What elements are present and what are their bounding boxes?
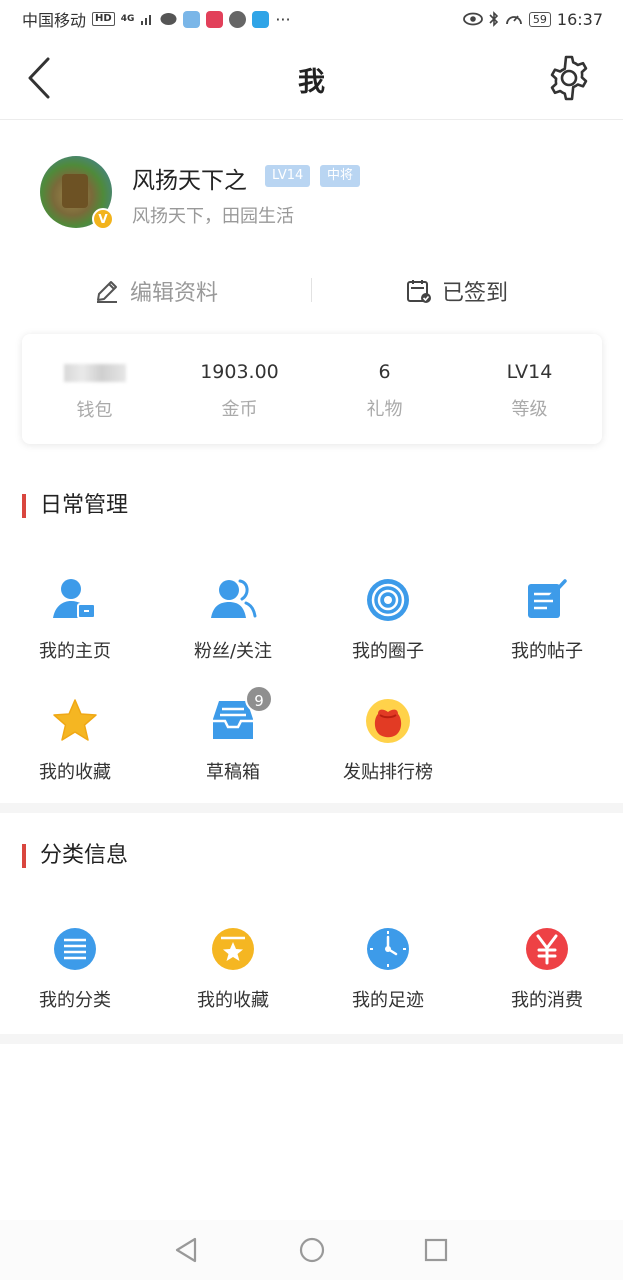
stat-value: 6 <box>378 361 391 383</box>
edit-profile-label: 编辑资料 <box>130 281 219 306</box>
users-icon <box>209 576 257 624</box>
settings-button[interactable] <box>545 54 593 102</box>
signal-icon: 4G <box>120 14 135 24</box>
status-bar: 中国移动 HD 4G ··· 59 16:37 <box>0 0 623 38</box>
square-recents-icon <box>424 1238 448 1262</box>
level-badge: LV14 <box>265 165 311 187</box>
list-icon <box>51 925 99 973</box>
draft-count-badge: 9 <box>245 685 273 713</box>
edit-profile-button[interactable]: 编辑资料 <box>94 268 218 314</box>
clock-text: 16:37 <box>556 9 603 29</box>
section-title-daily: 日常管理 <box>22 494 128 518</box>
grid-label: 我的足迹 <box>352 990 424 1011</box>
stat-value <box>63 364 126 382</box>
bluetooth-icon <box>489 11 499 27</box>
user-card-icon <box>51 576 99 624</box>
stat-coins[interactable]: 1903.00 金币 <box>167 334 312 444</box>
hd-icon: HD <box>92 12 115 26</box>
app-icon <box>229 10 247 28</box>
battery-icon: 59 <box>528 11 551 27</box>
section-divider <box>0 803 623 813</box>
profile-actions: 编辑资料 已签到 <box>0 268 623 314</box>
verified-icon: V <box>92 208 114 230</box>
page-title: 我 <box>298 67 325 98</box>
speed-icon <box>505 15 522 25</box>
grid-label: 我的收藏 <box>39 762 111 783</box>
app-header: 我 <box>0 38 623 120</box>
eye-icon <box>462 12 483 26</box>
system-nav-bar <box>0 1220 623 1280</box>
stat-value: 1903.00 <box>200 361 279 383</box>
stat-wallet[interactable]: 钱包 <box>22 334 167 444</box>
stat-value: LV14 <box>506 361 553 383</box>
chat-bubble-icon <box>160 12 177 25</box>
grid-item-my-footprints[interactable]: 我的足迹 <box>313 925 463 1012</box>
grid-label: 我的帖子 <box>511 641 583 662</box>
username: 风扬天下之 <box>132 168 247 194</box>
grid-item-my-spending[interactable]: 我的消费 <box>472 925 622 1012</box>
grid-label: 我的收藏 <box>197 990 269 1011</box>
gear-icon <box>550 55 588 101</box>
signal-bars-icon <box>141 15 152 25</box>
grid-label: 草稿箱 <box>206 762 260 783</box>
red-pouch-icon <box>364 697 412 745</box>
section-title-category: 分类信息 <box>22 844 128 868</box>
grid-item-post-ranking[interactable]: 发贴排行榜 <box>313 697 463 784</box>
divider <box>311 278 312 302</box>
nav-recents-button[interactable] <box>420 1235 452 1265</box>
star-icon <box>51 697 99 745</box>
star-circle-icon <box>209 925 257 973</box>
nav-back-button[interactable] <box>170 1235 202 1265</box>
circle-home-icon <box>299 1237 325 1263</box>
avatar[interactable]: V <box>40 156 114 230</box>
grid-label: 发贴排行榜 <box>343 762 433 783</box>
rank-badge: 中将 <box>320 165 361 187</box>
grid-item-category-favorites[interactable]: 我的收藏 <box>158 925 308 1012</box>
stat-label: 钱包 <box>76 400 113 421</box>
grid-label: 我的主页 <box>39 641 111 662</box>
grid-item-my-homepage[interactable]: 我的主页 <box>0 576 150 663</box>
grid-item-my-category[interactable]: 我的分类 <box>0 925 150 1012</box>
stats-card: 钱包 1903.00 金币 6 礼物 LV14 等级 <box>22 334 602 444</box>
triangle-back-icon <box>175 1237 197 1263</box>
carrier-text: 中国移动 <box>22 11 87 30</box>
profile-signature: 风扬天下，田园生活 <box>132 206 294 227</box>
clock-icon <box>364 925 412 973</box>
circle-target-icon <box>364 576 412 624</box>
grid-item-my-circles[interactable]: 我的圈子 <box>313 576 463 663</box>
app-icon <box>252 10 270 28</box>
stat-label: 礼物 <box>366 399 403 420</box>
app-icon <box>206 10 224 28</box>
grid-item-my-favorites[interactable]: 我的收藏 <box>0 697 150 784</box>
stat-label: 金币 <box>221 399 258 420</box>
more-icon: ··· <box>275 9 291 29</box>
app-icon <box>183 10 201 28</box>
inbox-tray-icon: 9 <box>209 685 273 745</box>
section-divider <box>0 1034 623 1044</box>
checkin-label: 已签到 <box>442 281 509 306</box>
pencil-icon <box>97 281 117 303</box>
nav-home-button[interactable] <box>296 1235 328 1265</box>
checkin-button[interactable]: 已签到 <box>406 268 508 314</box>
stat-label: 等级 <box>511 399 548 420</box>
stat-gifts[interactable]: 6 礼物 <box>312 334 457 444</box>
grid-label: 我的圈子 <box>352 641 424 662</box>
edit-note-icon <box>523 576 571 624</box>
yen-icon <box>523 925 571 973</box>
calendar-check-icon <box>407 280 431 303</box>
grid-label: 粉丝/关注 <box>193 641 273 662</box>
grid-item-my-posts[interactable]: 我的帖子 <box>472 576 622 663</box>
grid-item-fans-follow[interactable]: 粉丝/关注 <box>158 576 308 663</box>
grid-label: 我的消费 <box>511 990 583 1011</box>
grid-label: 我的分类 <box>39 990 111 1011</box>
stat-level[interactable]: LV14 等级 <box>457 334 602 444</box>
grid-item-drafts[interactable]: 9 草稿箱 <box>158 685 308 784</box>
